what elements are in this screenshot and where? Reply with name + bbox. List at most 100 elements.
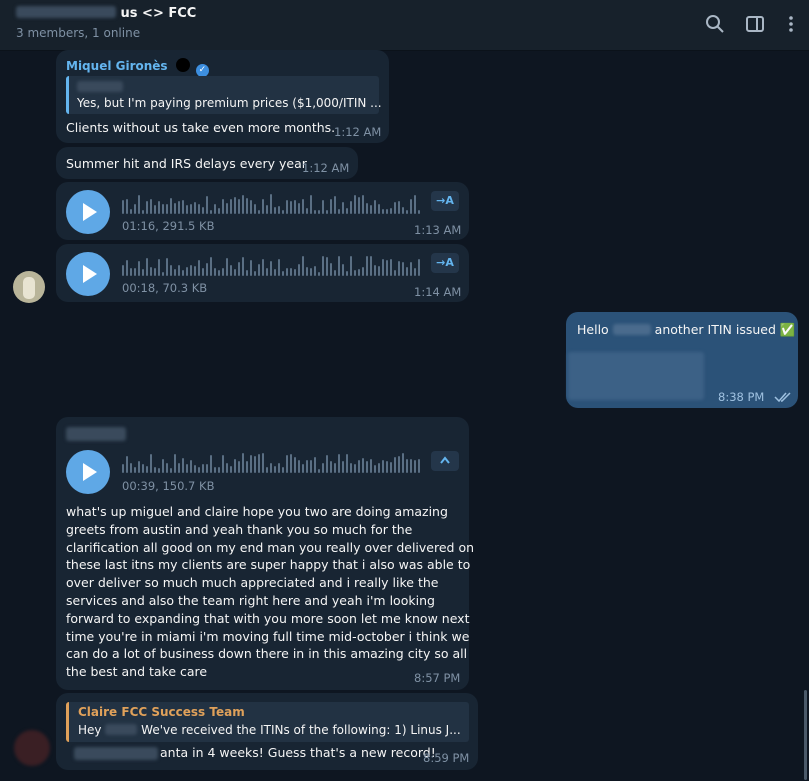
sidebar-toggle-icon[interactable] — [744, 13, 766, 35]
waveform[interactable] — [122, 192, 422, 214]
waveform-bar — [210, 257, 212, 276]
waveform-bar — [278, 259, 280, 276]
waveform-bar — [254, 204, 256, 214]
waveform-bar — [374, 465, 376, 473]
waveform-bar — [390, 208, 392, 214]
waveform-bar — [346, 454, 348, 473]
voice-message-transcribed[interactable]: 00:39, 150.7 KB what's up miguel and cla… — [56, 417, 475, 690]
waveform-bar — [198, 467, 200, 473]
waveform-bar — [366, 256, 368, 276]
transcribe-button[interactable]: →A — [431, 253, 459, 273]
waveform-bar — [282, 467, 284, 473]
transcribe-button[interactable]: →A — [431, 191, 459, 211]
waveform-bar — [406, 459, 408, 473]
voice-transcript: what's up miguel and claire hope you two… — [66, 504, 475, 680]
waveform-bar — [302, 199, 304, 214]
reply-quote[interactable]: Yes, but I'm paying premium prices ($1,0… — [66, 76, 382, 114]
message-bubble[interactable]: Summer hit and IRS delays every year 1:1… — [56, 147, 358, 179]
quote-text: Hey We've received the ITINs of the foll… — [78, 723, 461, 737]
waveform-bar — [154, 205, 156, 214]
waveform-bar — [174, 269, 176, 276]
message-time: 1:13 AM — [414, 223, 462, 237]
sender-avatar[interactable] — [13, 271, 45, 303]
waveform-bar — [142, 210, 144, 214]
voice-message[interactable]: →A 00:18, 70.3 KB 1:14 AM — [56, 244, 469, 302]
waveform-bar — [322, 256, 324, 276]
redacted-attachment — [568, 352, 704, 400]
waveform-bar — [178, 201, 180, 214]
more-vert-icon[interactable] — [780, 13, 802, 35]
play-button[interactable] — [66, 252, 110, 296]
waveform-bar — [222, 268, 224, 276]
waveform[interactable] — [122, 254, 422, 276]
sender-name[interactable]: Miquel Gironès ✓ — [66, 58, 209, 77]
message-bubble[interactable]: Claire FCC Success Team Hey We've receiv… — [56, 693, 478, 770]
waveform-bar — [158, 201, 160, 214]
waveform-bar — [378, 463, 380, 473]
read-checkmarks-icon — [774, 392, 791, 403]
waveform-bar — [378, 266, 380, 276]
waveform-bar — [206, 464, 208, 473]
waveform-bar — [242, 453, 244, 473]
outgoing-message[interactable]: Hello another ITIN issued ✅ 8:38 PM — [566, 312, 798, 408]
waveform[interactable] — [122, 451, 422, 473]
waveform-bar — [182, 270, 184, 276]
waveform-bar — [202, 268, 204, 276]
waveform-bar — [390, 259, 392, 276]
waveform-bar — [230, 265, 232, 276]
waveform-bar — [386, 260, 388, 276]
waveform-bar — [318, 272, 320, 276]
waveform-bar — [358, 460, 360, 473]
chat-header: us <> FCC 3 members, 1 online — [0, 0, 809, 51]
waveform-bar — [182, 458, 184, 473]
quote-text: Yes, but I'm paying premium prices ($1,0… — [77, 96, 382, 110]
waveform-bar — [226, 463, 228, 473]
waveform-bar — [162, 204, 164, 214]
message-bubble[interactable]: Miquel Gironès ✓ Yes, but I'm paying pre… — [56, 50, 389, 143]
play-button[interactable] — [66, 450, 110, 494]
waveform-bar — [242, 257, 244, 276]
message-time: 8:38 PM — [718, 390, 765, 404]
waveform-bar — [326, 455, 328, 473]
waveform-bar — [342, 264, 344, 276]
waveform-bar — [314, 266, 316, 276]
play-button[interactable] — [66, 190, 110, 234]
quote-sender: Claire FCC Success Team — [78, 705, 245, 719]
collapse-transcript-button[interactable] — [431, 451, 459, 471]
message-time: 1:14 AM — [414, 285, 462, 299]
waveform-bar — [334, 270, 336, 276]
message-text: anta in 4 weeks! Guess that's a new reco… — [160, 745, 436, 760]
waveform-bar — [382, 460, 384, 473]
waveform-bar — [370, 205, 372, 214]
waveform-bar — [406, 210, 408, 214]
waveform-bar — [414, 460, 416, 473]
waveform-bar — [226, 203, 228, 214]
waveform-bar — [306, 267, 308, 276]
search-icon[interactable] — [704, 13, 726, 35]
chat-title[interactable]: us <> FCC — [16, 6, 196, 21]
waveform-bar — [194, 465, 196, 473]
voice-message[interactable]: →A 01:16, 291.5 KB 1:13 AM — [56, 182, 469, 240]
waveform-bar — [126, 199, 128, 214]
waveform-bar — [298, 203, 300, 214]
redacted-avatar — [14, 730, 50, 766]
waveform-bar — [138, 261, 140, 276]
waveform-bar — [402, 262, 404, 276]
waveform-bar — [414, 195, 416, 214]
waveform-bar — [290, 268, 292, 276]
waveform-bar — [286, 268, 288, 276]
waveform-bar — [350, 256, 352, 276]
waveform-bar — [350, 463, 352, 473]
reply-quote[interactable]: Claire FCC Success Team Hey We've receiv… — [66, 702, 469, 742]
waveform-bar — [394, 202, 396, 214]
waveform-bar — [334, 463, 336, 473]
waveform-bar — [354, 464, 356, 473]
waveform-bar — [274, 207, 276, 214]
waveform-bar — [250, 200, 252, 214]
waveform-bar — [262, 199, 264, 214]
waveform-bar — [354, 195, 356, 214]
waveform-bar — [282, 271, 284, 276]
scrollbar[interactable] — [804, 690, 807, 780]
waveform-bar — [370, 459, 372, 473]
redacted-quote-sender — [77, 81, 123, 92]
